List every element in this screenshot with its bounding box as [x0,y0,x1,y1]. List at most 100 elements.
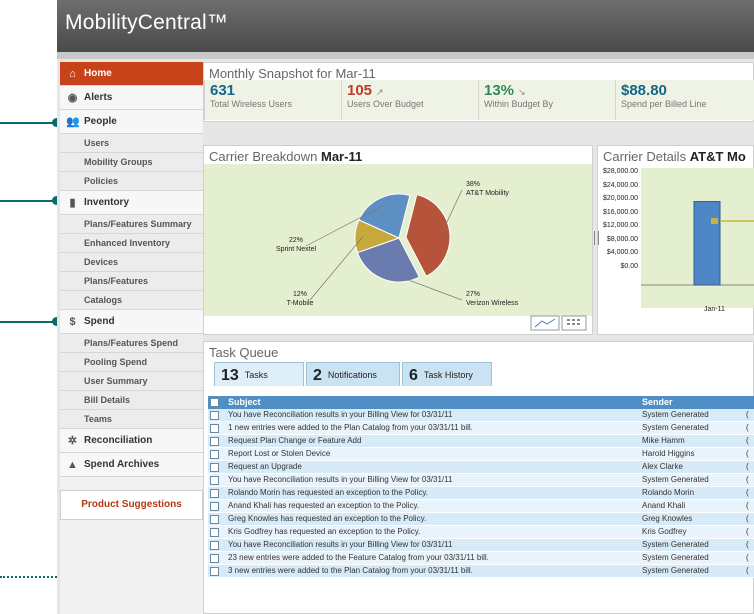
row-truncated-cell: ( [746,436,749,445]
subject-column-header[interactable]: Subject [228,396,638,409]
row-subject[interactable]: Request an Upgrade [228,461,638,473]
row-subject[interactable]: You have Reconciliation results in your … [228,474,638,486]
row-checkbox[interactable] [210,463,219,472]
row-subject[interactable]: 3 new entries were added to the Plan Cat… [228,565,638,577]
pie-label-name: AT&T Mobility [466,190,509,197]
table-row[interactable]: 1 new entries were added to the Plan Cat… [208,422,754,435]
table-row[interactable]: Greg Knowles has requested an exception … [208,513,754,526]
table-row[interactable]: Kris Godfrey has requested an exception … [208,526,754,539]
tab-notifications[interactable]: 2 Notifications [306,362,400,386]
y-tick-label: $20,000.00 [602,195,638,202]
row-checkbox[interactable] [210,450,219,459]
row-subject[interactable]: 1 new entries were added to the Plan Cat… [228,422,638,434]
sidebar-item-policies[interactable]: Policies [60,172,203,191]
sidebar-item-teams[interactable]: Teams [60,410,203,429]
archive-icon: ▲ [67,459,78,471]
pie-label-pct: 12% [293,291,307,298]
sidebar-item-alerts[interactable]: ◉ Alerts [60,86,203,110]
table-row[interactable]: Request an Upgrade Alex Clarke ( [208,461,754,474]
sidebar-item-label: Teams [84,414,112,424]
sidebar-item-users[interactable]: Users [60,134,203,153]
row-subject[interactable]: Report Lost or Stolen Device [228,448,638,460]
bar-chart [641,168,754,308]
row-subject[interactable]: Kris Godfrey has requested an exception … [228,526,638,538]
kpi-value: 631 [210,82,236,99]
sidebar-item-user-summary[interactable]: User Summary [60,372,203,391]
row-checkbox[interactable] [210,437,219,446]
sidebar-item-label: Home [84,68,112,79]
callout-dotted-line [0,576,60,578]
row-subject[interactable]: Anand Khali has requested an exception t… [228,500,638,512]
table-row[interactable]: Request Plan Change or Feature Add Mike H… [208,435,754,448]
kpi-card[interactable]: 105 ↗ Users Over Budget [341,80,478,120]
sender-column-header[interactable]: Sender [642,396,673,409]
row-checkbox[interactable] [210,515,219,524]
sidebar-item-home[interactable]: ⌂ Home [60,62,203,86]
row-checkbox[interactable] [210,554,219,563]
table-row[interactable]: You have Reconciliation results in your … [208,409,754,422]
row-checkbox[interactable] [210,476,219,485]
row-subject[interactable]: You have Reconciliation results in your … [228,539,638,551]
table-row[interactable]: You have Reconciliation results in your … [208,474,754,487]
row-truncated-cell: ( [746,449,749,458]
task-queue-panel: Task Queue 13 Tasks 2 Notifications 6 Task Hi… [203,341,754,614]
kpi-card[interactable]: $88.80 Spend per Billed Line [615,80,754,120]
sidebar-item-plans-features[interactable]: Plans/Features [60,272,203,291]
table-row[interactable]: Rolando Morin has requested an exception… [208,487,754,500]
kpi-card[interactable]: 631 Total Wireless Users [204,80,341,120]
table-row[interactable]: You have Reconciliation results in your … [208,539,754,552]
tab-label: Notifications [327,370,377,380]
y-tick-label: $16,000.00 [602,208,638,216]
sidebar-item-spend[interactable]: $ Spend [60,310,203,334]
row-sender: System Generated [642,540,709,549]
row-checkbox[interactable] [210,528,219,537]
row-checkbox[interactable] [210,489,219,498]
sidebar-item-pooling-spend[interactable]: Pooling Spend [60,353,203,372]
row-subject[interactable]: Request Plan Change or Feature Add [228,435,638,447]
split-handle[interactable] [594,231,599,245]
row-sender: Anand Khali [642,501,686,510]
row-subject[interactable]: Rolando Morin has requested an exception… [228,487,638,499]
row-checkbox[interactable] [210,424,219,433]
row-subject[interactable]: Greg Knowles has requested an exception … [228,513,638,525]
table-row[interactable]: Report Lost or Stolen Device Harold Higgi… [208,448,754,461]
row-sender: System Generated [642,410,709,419]
y-tick-label: $12,000.00 [602,222,638,229]
sidebar-item-devices[interactable]: Devices [60,253,203,272]
row-truncated-cell: ( [746,410,749,419]
sidebar-item-mobility-groups[interactable]: Mobility Groups [60,153,203,172]
alerts-icon: ◉ [67,92,78,104]
sidebar-item-people[interactable]: 👥 People [60,110,203,134]
row-checkbox[interactable] [210,411,219,420]
snapshot-title: Monthly Snapshot for Mar-11 [209,66,376,81]
sidebar-item-reconciliation[interactable]: ✲ Reconciliation [60,429,203,453]
pie-label-name: Sprint Nextel [276,246,317,253]
select-all-checkbox[interactable] [210,398,219,407]
row-truncated-cell: ( [746,475,749,484]
sidebar-item-inventory[interactable]: ▮ Inventory [60,191,203,215]
row-checkbox[interactable] [210,567,219,576]
kpi-card[interactable]: 13% ↘ Within Budget By [478,80,615,120]
sidebar-item-spend-archives[interactable]: ▲ Spend Archives [60,453,203,477]
tab-tasks[interactable]: 13 Tasks [214,362,304,386]
tab-task-history[interactable]: 6 Task History [402,362,492,386]
row-subject[interactable]: You have Reconciliation results in your … [228,409,638,421]
table-row[interactable]: 23 new entries were added to the Feature… [208,552,754,565]
row-subject[interactable]: 23 new entries were added to the Feature… [228,552,638,564]
sidebar-item-label: Devices [84,257,119,267]
pie-label-pct: 22% [289,237,303,244]
sidebar-item-plans-features-spend[interactable]: Plans/Features Spend [60,334,203,353]
row-sender: System Generated [642,423,709,432]
sidebar-item-bill-details[interactable]: Bill Details [60,391,203,410]
sidebar-item-enhanced-inventory[interactable]: Enhanced Inventory [60,234,203,253]
row-checkbox[interactable] [210,541,219,550]
row-truncated-cell: ( [746,501,749,510]
table-row[interactable]: 3 new entries were added to the Plan Cat… [208,565,754,578]
product-suggestions-button[interactable]: Product Suggestions [60,490,203,520]
row-checkbox[interactable] [210,502,219,511]
sidebar-item-plans-features-summary[interactable]: Plans/Features Summary [60,215,203,234]
sidebar-item-catalogs[interactable]: Catalogs [60,291,203,310]
table-row[interactable]: Anand Khali has requested an exception t… [208,500,754,513]
sidebar-item-label: Inventory [84,197,130,208]
pie-label-name: Verizon Wireless [466,300,519,307]
